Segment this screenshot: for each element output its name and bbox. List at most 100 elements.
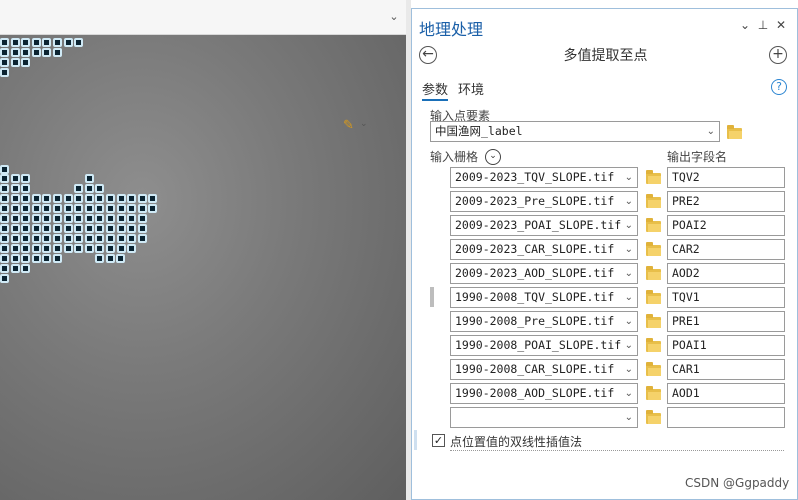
output-field-input[interactable]: PRE1 <box>667 311 785 332</box>
raster-select[interactable]: 1990-2008_CAR_SLOPE.tif ⌄ <box>450 359 638 380</box>
folder-icon[interactable] <box>727 125 742 139</box>
raster-select[interactable]: 2009-2023_POAI_SLOPE.tif ⌄ <box>450 215 638 236</box>
fishnet-point <box>63 194 73 203</box>
fishnet-point <box>84 194 94 203</box>
folder-icon[interactable] <box>646 170 661 184</box>
input-rasters-label: 输入栅格 <box>430 150 479 164</box>
fishnet-point <box>31 38 41 47</box>
fishnet-point <box>10 38 20 47</box>
fishnet-point <box>10 214 20 223</box>
folder-icon[interactable] <box>646 266 661 280</box>
fishnet-point <box>42 204 52 213</box>
fishnet-point <box>31 234 41 243</box>
fishnet-point <box>42 224 52 233</box>
folder-icon[interactable] <box>646 218 661 232</box>
chevron-down-icon: ⌄ <box>624 364 633 375</box>
chevron-down-icon: ⌄ <box>624 340 633 351</box>
output-field-input[interactable]: POAI2 <box>667 215 785 236</box>
folder-icon[interactable] <box>646 386 661 400</box>
fishnet-point <box>10 204 20 213</box>
folder-icon[interactable] <box>646 194 661 208</box>
fishnet-point <box>95 214 105 223</box>
tool-title: 多值提取至点 <box>563 48 648 64</box>
tab-environments[interactable]: 环境 <box>458 79 484 98</box>
folder-icon[interactable] <box>646 338 661 352</box>
raster-select[interactable]: 1990-2008_AOD_SLOPE.tif ⌄ <box>450 383 638 404</box>
fishnet-point <box>116 234 126 243</box>
input-features-select[interactable]: 中国渔网_label ⌄ <box>430 121 720 142</box>
fishnet-point <box>106 204 115 213</box>
fishnet-point <box>84 234 94 243</box>
tab-parameters[interactable]: 参数 <box>422 79 449 101</box>
fishnet-point <box>53 244 62 253</box>
fishnet-point <box>53 214 62 223</box>
fishnet-point <box>106 234 115 243</box>
fishnet-point <box>0 174 9 183</box>
fishnet-point <box>106 224 115 233</box>
fishnet-point <box>116 244 126 253</box>
raster-select[interactable]: 2009-2023_TQV_SLOPE.tif ⌄ <box>450 167 638 188</box>
output-field-input[interactable]: AOD1 <box>667 383 785 404</box>
folder-icon[interactable] <box>646 410 661 424</box>
output-field-input[interactable]: TQV1 <box>667 287 785 308</box>
output-field-input[interactable]: TQV2 <box>667 167 785 188</box>
fishnet-point <box>42 244 52 253</box>
fishnet-point <box>21 48 31 57</box>
fishnet-point <box>31 48 41 57</box>
raster-select-value: 1990-2008_Pre_SLOPE.tif <box>455 314 615 328</box>
chevron-down-icon: ⌄ <box>624 172 633 183</box>
folder-icon[interactable] <box>646 242 661 256</box>
help-icon[interactable]: ? <box>771 79 787 95</box>
raster-select[interactable]: 2009-2023_AOD_SLOPE.tif ⌄ <box>450 263 638 284</box>
folder-icon[interactable] <box>646 362 661 376</box>
fishnet-point <box>0 58 9 67</box>
fishnet-point <box>31 224 41 233</box>
output-field-input[interactable]: AOD2 <box>667 263 785 284</box>
fishnet-point <box>0 38 9 47</box>
output-field-input[interactable]: PRE2 <box>667 191 785 212</box>
bilinear-checkbox[interactable]: ✓ <box>432 434 445 447</box>
fishnet-point <box>21 204 31 213</box>
pane-menu-icon[interactable]: ⌄ <box>738 18 752 32</box>
map-view[interactable]: ⌄ <box>0 0 406 500</box>
fishnet-point <box>137 204 147 213</box>
raster-select[interactable]: 1990-2008_POAI_SLOPE.tif ⌄ <box>450 335 638 356</box>
fishnet-point <box>21 174 31 183</box>
pin-icon[interactable]: ⊥ <box>756 18 770 32</box>
fishnet-point <box>10 174 20 183</box>
output-field-input[interactable] <box>667 407 785 428</box>
fishnet-point <box>105 254 115 263</box>
add-button[interactable]: + <box>769 46 787 64</box>
fishnet-point <box>0 234 9 243</box>
raster-select[interactable]: 2009-2023_Pre_SLOPE.tif ⌄ <box>450 191 638 212</box>
raster-select-value: 2009-2023_POAI_SLOPE.tif <box>455 218 622 232</box>
fishnet-point <box>10 244 20 253</box>
fishnet-point <box>42 48 52 57</box>
chevron-down-icon: ⌄ <box>624 316 633 327</box>
chevron-down-icon[interactable]: ⌄ <box>360 119 368 129</box>
raster-select[interactable]: 2009-2023_CAR_SLOPE.tif ⌄ <box>450 239 638 260</box>
raster-select[interactable]: ⌄ <box>450 407 638 428</box>
fishnet-point <box>95 254 104 263</box>
folder-icon[interactable] <box>646 314 661 328</box>
fishnet-point <box>116 254 126 263</box>
fishnet-point <box>74 224 84 233</box>
fishnet-point <box>127 234 137 243</box>
chevron-down-icon[interactable]: ⌄ <box>388 11 400 23</box>
folder-icon[interactable] <box>646 290 661 304</box>
watermark: CSDN @Ggpaddy <box>685 476 790 490</box>
fishnet-point <box>85 174 94 183</box>
fishnet-point <box>21 214 31 223</box>
output-field-input[interactable]: CAR1 <box>667 359 785 380</box>
output-field-input[interactable]: POAI1 <box>667 335 785 356</box>
close-icon[interactable]: ✕ <box>774 18 788 32</box>
raster-select[interactable]: 1990-2008_TQV_SLOPE.tif ⌄ <box>450 287 638 308</box>
row-drag-handle[interactable] <box>430 287 434 307</box>
pencil-icon[interactable]: ✎ <box>343 118 354 133</box>
expand-chevron-icon[interactable]: ⌄ <box>485 149 501 165</box>
fishnet-point <box>74 214 84 223</box>
output-field-input[interactable]: CAR2 <box>667 239 785 260</box>
raster-select-value: 2009-2023_CAR_SLOPE.tif <box>455 242 615 256</box>
fishnet-point <box>84 184 94 193</box>
raster-select[interactable]: 1990-2008_Pre_SLOPE.tif ⌄ <box>450 311 638 332</box>
